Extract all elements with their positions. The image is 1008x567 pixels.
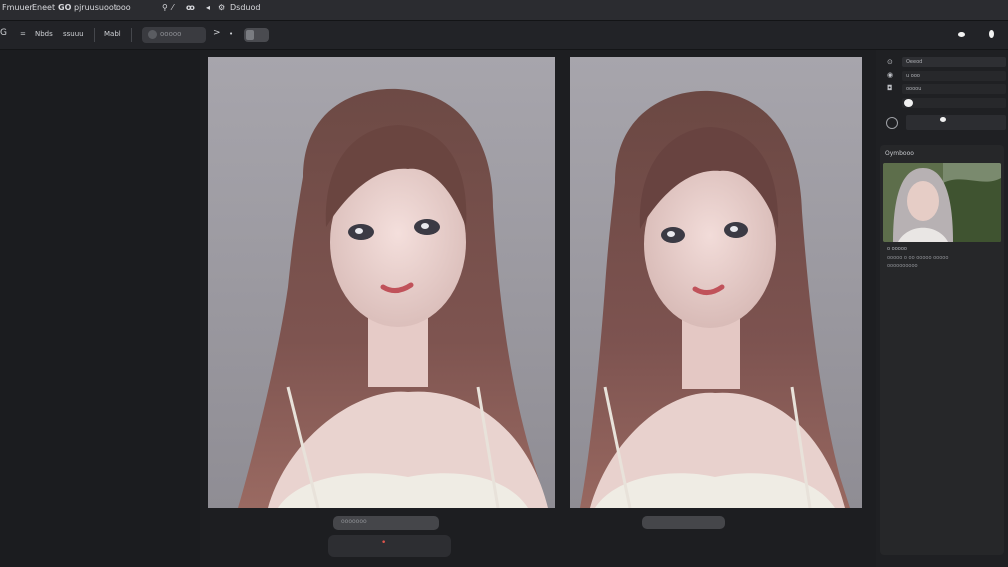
- bullet-icon[interactable]: •: [229, 30, 233, 38]
- record-dot-icon: •: [381, 538, 387, 548]
- target-icon[interactable]: [886, 117, 898, 129]
- image-preview-result[interactable]: [570, 57, 862, 508]
- status-dot-icon: [989, 30, 994, 38]
- setting-row-2-label: u ooo: [906, 73, 920, 79]
- eye-icon[interactable]: ◉: [887, 71, 893, 79]
- menu-bar: [0, 0, 1008, 21]
- gear-icon[interactable]: ⊙: [887, 58, 893, 66]
- toolbar-item-nodes[interactable]: Nbds: [35, 30, 53, 38]
- setting-select[interactable]: [906, 115, 1006, 130]
- chevron-right-icon[interactable]: >: [213, 28, 221, 38]
- thumbnail-image: [883, 163, 1001, 242]
- setting-row-3-label: oooou: [906, 86, 922, 92]
- portrait-illustration: [580, 90, 850, 508]
- toolbar-logo[interactable]: G: [0, 28, 7, 38]
- arrow-left-icon[interactable]: ◂: [206, 3, 210, 12]
- toolbar-item-settings[interactable]: ssuuu: [63, 30, 84, 38]
- glasses-icon[interactable]: ꝏ: [186, 3, 195, 12]
- left-panel: [0, 50, 200, 567]
- toolbar-item-model[interactable]: Mabl: [104, 30, 121, 38]
- generate-button[interactable]: [328, 535, 451, 557]
- toolbar-divider: [131, 28, 132, 42]
- setting-slider-row[interactable]: [902, 98, 1006, 108]
- gear-icon[interactable]: ⚙: [218, 3, 225, 12]
- thumbnail-caption: o ooooo: [887, 246, 907, 252]
- arrow-icon[interactable]: ⁄: [172, 3, 173, 12]
- camera-icon[interactable]: ◘: [887, 84, 893, 92]
- toolbar-dropdown-label: ooooo: [160, 30, 182, 38]
- menu-edit[interactable]: Eneet: [32, 3, 55, 12]
- menu-disabled[interactable]: Dsduod: [230, 3, 260, 12]
- menu-preferences[interactable]: pjruusuoot: [74, 3, 117, 12]
- status-dot-icon: [958, 32, 965, 37]
- compare-label-text: ooooooo: [341, 518, 367, 525]
- image-preview-original[interactable]: [208, 57, 555, 508]
- slider-knob[interactable]: [904, 99, 913, 107]
- brand-logo: GO: [58, 3, 72, 12]
- toolbar-toggle-thumb: [246, 30, 254, 40]
- thumbnail-meta-line-1: ooooo o oo ooooo ooooo: [887, 255, 949, 261]
- toolbar-divider: [94, 28, 95, 42]
- dot-icon: [148, 30, 157, 39]
- history-card-title: Oymbooo: [885, 150, 914, 157]
- menu-icon[interactable]: =: [20, 30, 26, 38]
- thumbnail-meta-line-2: oooooooooo: [887, 263, 918, 269]
- menu-view[interactable]: ooo: [116, 3, 131, 12]
- setting-row-1-label: Oeeod: [906, 59, 923, 65]
- select-indicator: [940, 117, 946, 122]
- pin-icon[interactable]: ⚲: [162, 3, 168, 12]
- menu-file[interactable]: Fmuuer: [2, 3, 33, 12]
- result-slider-label[interactable]: [642, 516, 725, 529]
- portrait-illustration: [238, 88, 548, 508]
- history-thumbnail[interactable]: [883, 163, 1001, 242]
